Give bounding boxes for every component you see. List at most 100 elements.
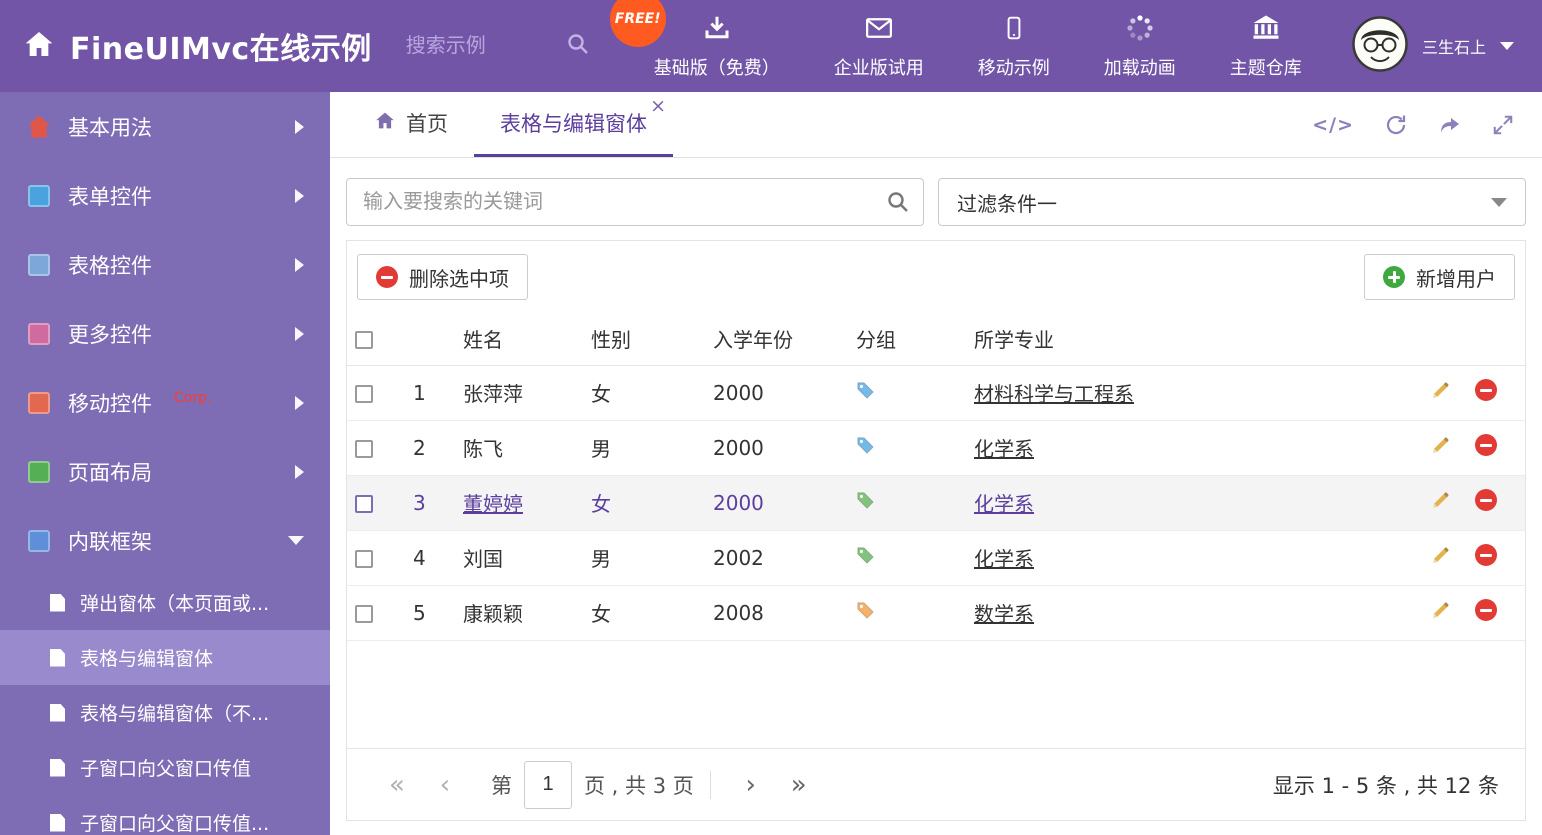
sidebar-subitem-label: 表格与编辑窗体（不... <box>80 703 270 725</box>
sidebar-item-mobile-controls[interactable]: 移动控件 Corp. <box>0 368 330 437</box>
keyword-search <box>346 178 924 226</box>
sidebar-item-label: 移动控件 <box>68 391 152 416</box>
select-all-checkbox[interactable] <box>355 331 373 350</box>
sidebar-item-page-layout[interactable]: 页面布局 <box>0 437 330 506</box>
sidebar-item-form-controls[interactable]: 表单控件 <box>0 161 330 230</box>
tag-icon[interactable] <box>856 601 875 620</box>
delete-icon[interactable] <box>1475 379 1497 402</box>
table-row-selected[interactable]: 3 董婷婷 女 2000 化学系 <box>347 475 1525 531</box>
user-menu[interactable]: 三生石上 <box>1352 16 1542 76</box>
nav-item-loading-animation[interactable]: 加载动画 <box>1104 13 1176 80</box>
col-header-gender: 性别 <box>583 313 705 366</box>
nav-item-mobile-demo[interactable]: 移动示例 <box>978 13 1050 80</box>
page-icon <box>50 593 65 612</box>
filter-dropdown[interactable]: 过滤条件一 <box>938 178 1526 226</box>
filter-row: 过滤条件一 <box>346 178 1526 226</box>
first-page-button[interactable]: « <box>373 770 421 800</box>
tag-icon[interactable] <box>856 491 875 510</box>
table-row[interactable]: 2 陈飞 男 2000 化学系 <box>347 420 1525 476</box>
chevron-right-icon <box>295 326 304 341</box>
search-icon[interactable] <box>566 32 590 60</box>
sidebar-subitem-child-to-parent-2[interactable]: 子窗口向父窗口传值... <box>0 795 330 835</box>
sidebar-item-more-controls[interactable]: 更多控件 <box>0 299 330 368</box>
chevron-right-icon <box>295 257 304 272</box>
year-cell: 2002 <box>705 530 848 586</box>
sidebar-subitem-grid-edit-window[interactable]: 表格与编辑窗体 <box>0 630 330 685</box>
sidebar-item-grid-controls[interactable]: 表格控件 <box>0 230 330 299</box>
tag-icon[interactable] <box>856 436 875 455</box>
col-header-year: 入学年份 <box>705 313 848 366</box>
last-page-button[interactable]: » <box>775 770 823 800</box>
sidebar-item-iframe[interactable]: 内联框架 <box>0 506 330 575</box>
tab-grid-edit-window[interactable]: 表格与编辑窗体 × <box>474 92 673 157</box>
nav-item-enterprise-trial[interactable]: 企业版试用 <box>834 13 924 80</box>
sidebar-subitem-label: 子窗口向父窗口传值... <box>80 813 270 835</box>
search-icon[interactable] <box>886 190 910 218</box>
header-search-input[interactable] <box>405 34 556 58</box>
delete-icon[interactable] <box>1475 599 1497 622</box>
source-code-icon[interactable]: </> <box>1312 114 1354 136</box>
row-number: 4 <box>405 530 455 586</box>
sidebar-subitem-popup-window[interactable]: 弹出窗体（本页面或... <box>0 575 330 630</box>
nav-item-basic-free[interactable]: FREE! 基础版（免费） <box>609 0 780 80</box>
edit-icon[interactable] <box>1430 545 1451 566</box>
major-link[interactable]: 化学系 <box>974 547 1034 571</box>
table-row[interactable]: 5 康颖颖 女 2008 数学系 <box>347 585 1525 641</box>
edit-icon[interactable] <box>1430 490 1451 511</box>
row-number: 3 <box>405 475 455 531</box>
delete-selected-button[interactable]: 删除选中项 <box>357 254 528 300</box>
row-checkbox[interactable] <box>355 385 373 403</box>
nav-item-theme-repo[interactable]: 主题仓库 <box>1230 13 1302 80</box>
edit-icon[interactable] <box>1430 380 1451 401</box>
gender-cell: 女 <box>583 585 705 641</box>
delete-icon[interactable] <box>1475 544 1497 567</box>
divider <box>709 770 711 799</box>
delete-button-label: 删除选中项 <box>409 266 509 291</box>
brand[interactable]: FineUIMvc在线示例 <box>0 24 372 68</box>
chevron-down-icon <box>288 536 304 545</box>
home-icon <box>374 110 396 136</box>
sidebar-item-label: 内联框架 <box>68 529 152 554</box>
delete-icon[interactable] <box>1475 489 1497 512</box>
page-icon <box>50 703 65 722</box>
open-in-new-icon[interactable] <box>1438 113 1462 137</box>
major-link[interactable]: 化学系 <box>974 437 1034 461</box>
fullscreen-icon[interactable] <box>1492 114 1514 136</box>
mobile-icon <box>1001 13 1027 47</box>
sidebar-subitem-grid-edit-window-2[interactable]: 表格与编辑窗体（不... <box>0 685 330 740</box>
keyword-search-input[interactable] <box>346 178 924 226</box>
edit-icon[interactable] <box>1430 600 1451 621</box>
corp-badge: Corp. <box>174 389 212 406</box>
major-link[interactable]: 材料科学与工程系 <box>974 382 1134 406</box>
delete-icon[interactable] <box>1475 434 1497 457</box>
page-input[interactable] <box>524 760 572 809</box>
next-page-button[interactable]: › <box>727 770 775 800</box>
edit-icon[interactable] <box>1430 435 1451 456</box>
add-button-label: 新增用户 <box>1416 266 1496 291</box>
add-user-button[interactable]: 新增用户 <box>1364 254 1515 300</box>
sidebar-subitem-label: 表格与编辑窗体 <box>80 648 214 670</box>
close-icon[interactable]: × <box>650 97 666 116</box>
row-checkbox[interactable] <box>355 605 373 623</box>
record-count-summary: 显示 1 - 5 条 , 共 12 条 <box>1272 773 1499 798</box>
content-area: 过滤条件一 删除选中项 新增用户 <box>330 158 1542 835</box>
nav-label: 基础版（免费） <box>653 57 780 79</box>
row-checkbox[interactable] <box>355 550 373 568</box>
chevron-right-icon <box>295 119 304 134</box>
refresh-icon[interactable] <box>1384 113 1408 137</box>
table-row[interactable]: 4 刘国 男 2002 化学系 <box>347 530 1525 586</box>
chevron-down-icon <box>1491 197 1507 207</box>
header-nav: FREE! 基础版（免费） 企业版试用 移动示例 加载动画 主题仓库 <box>609 0 1302 80</box>
sidebar-subitem-child-to-parent[interactable]: 子窗口向父窗口传值 <box>0 740 330 795</box>
gender-cell: 男 <box>583 530 705 586</box>
tag-icon[interactable] <box>856 546 875 565</box>
tag-icon[interactable] <box>856 381 875 400</box>
row-checkbox[interactable] <box>355 495 373 513</box>
major-link[interactable]: 数学系 <box>974 602 1034 626</box>
row-checkbox[interactable] <box>355 440 373 458</box>
sidebar-item-basic-usage[interactable]: 基本用法 <box>0 92 330 161</box>
prev-page-button[interactable]: ‹ <box>421 770 469 800</box>
major-link[interactable]: 化学系 <box>974 492 1034 516</box>
table-row[interactable]: 1 张萍萍 女 2000 材料科学与工程系 <box>347 365 1525 421</box>
tab-home[interactable]: 首页 <box>348 92 474 157</box>
